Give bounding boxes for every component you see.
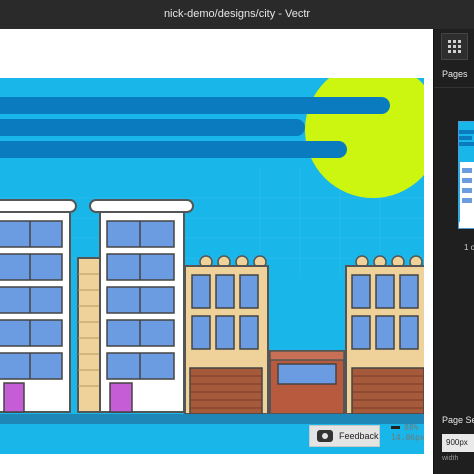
zoom-indicator[interactable]: 88% 14.06px (391, 423, 425, 443)
design-canvas[interactable] (0, 29, 433, 474)
right-panel: Pages 1 o Page Se 900px width (433, 29, 474, 474)
panel-divider (434, 87, 474, 88)
garage-door (351, 367, 424, 415)
page-width-label: width (442, 455, 459, 462)
feedback-label: Feedback (339, 431, 379, 441)
white-tower-middle (89, 199, 194, 413)
door (3, 382, 25, 413)
wind-stripe (0, 97, 390, 114)
tan-building-right (345, 255, 424, 415)
grid-view-button[interactable] (441, 33, 468, 60)
artboard-city[interactable] (0, 78, 424, 454)
ground (0, 414, 424, 424)
page-settings-heading: Page Se (442, 415, 474, 425)
tan-garage-building (184, 255, 269, 415)
shop-window (277, 363, 337, 385)
wind-stripe (0, 119, 305, 136)
zoom-bar (391, 426, 400, 429)
wind-stripe (0, 141, 347, 158)
pages-heading: Pages (442, 69, 468, 79)
door (109, 382, 133, 413)
feedback-button[interactable]: Feedback (309, 425, 380, 447)
zoom-size: 14.06px (391, 433, 425, 442)
white-tower-left (0, 199, 77, 413)
chat-bubble-icon (317, 430, 333, 442)
page-thumbnail[interactable] (458, 121, 474, 229)
page-width-field[interactable]: 900px (442, 434, 474, 452)
tan-narrow-building (77, 257, 101, 413)
page-count: 1 o (464, 243, 474, 252)
window-title: nick-demo/designs/city - Vectr (0, 0, 474, 29)
garage-door (189, 367, 263, 415)
grid-icon (448, 40, 461, 53)
zoom-percent: 88% (404, 423, 419, 432)
brick-building (269, 350, 345, 415)
